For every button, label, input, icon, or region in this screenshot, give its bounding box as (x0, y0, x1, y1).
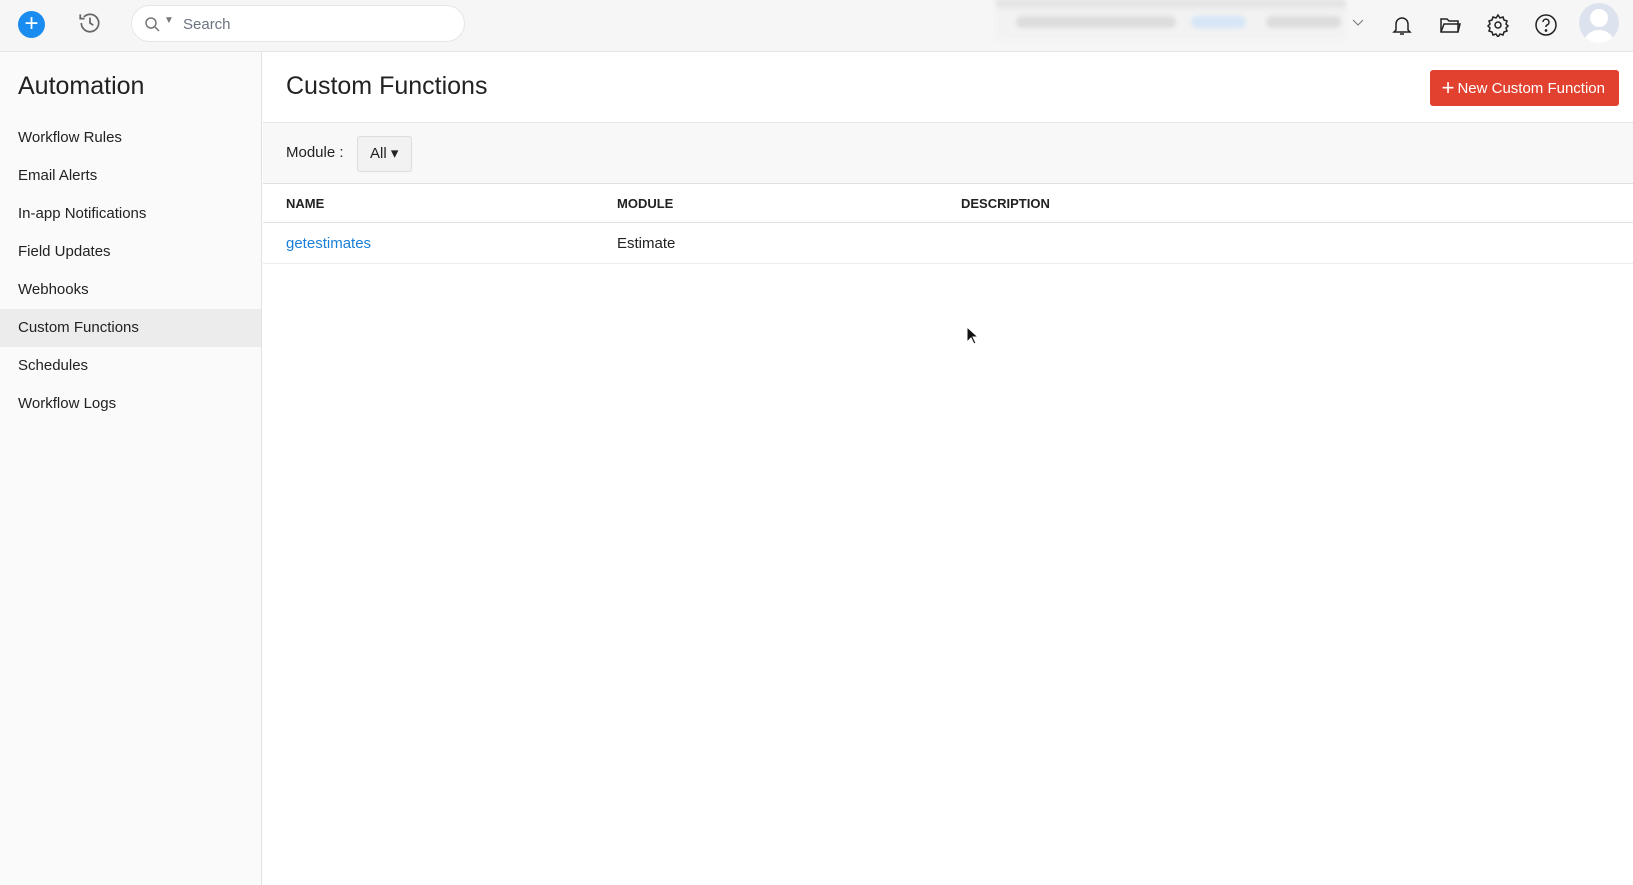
sidebar-item-field-updates[interactable]: Field Updates (0, 233, 261, 271)
bell-icon[interactable] (1390, 13, 1414, 37)
search-input[interactable]: Search (183, 16, 231, 33)
sidebar-item-schedules[interactable]: Schedules (0, 347, 261, 385)
sidebar-item-workflow-rules[interactable]: Workflow Rules (0, 119, 261, 157)
table-row[interactable]: getestimates Estimate (263, 224, 1633, 264)
page-title: Custom Functions (286, 72, 488, 100)
sidebar-item-workflow-logs[interactable]: Workflow Logs (0, 385, 261, 423)
top-bar: + ▼ Search (0, 0, 1633, 52)
function-name-link[interactable]: getestimates (286, 224, 371, 264)
column-header-name[interactable]: NAME (286, 185, 324, 223)
function-module: Estimate (617, 235, 676, 252)
new-custom-function-label: New Custom Function (1457, 80, 1605, 97)
plus-icon: + (1441, 75, 1455, 100)
table-header: NAME MODULE DESCRIPTION (263, 185, 1633, 223)
create-new-plus-icon[interactable]: + (18, 11, 45, 38)
search-scope-dropdown-icon[interactable]: ▼ (164, 15, 174, 26)
module-filter-select[interactable]: All ▾ (357, 136, 412, 172)
sidebar-title: Automation (18, 72, 145, 100)
search-icon (145, 17, 160, 32)
help-icon[interactable] (1534, 13, 1558, 37)
new-custom-function-button[interactable]: + New Custom Function (1429, 70, 1619, 106)
column-header-description[interactable]: DESCRIPTION (961, 185, 1050, 223)
sidebar-item-custom-functions[interactable]: Custom Functions (0, 309, 261, 347)
main-content: Custom Functions + New Custom Function Mo… (263, 52, 1633, 885)
chevron-down-icon[interactable] (1352, 19, 1364, 27)
module-filter-bar: Module : All ▾ (263, 122, 1633, 184)
user-avatar[interactable] (1579, 3, 1619, 43)
search-bar[interactable]: ▼ Search (131, 5, 465, 42)
sidebar-item-in-app-notifications[interactable]: In-app Notifications (0, 195, 261, 233)
folder-icon[interactable] (1438, 13, 1462, 37)
recent-history-icon[interactable] (77, 10, 103, 36)
sidebar: Automation Workflow Rules Email Alerts I… (0, 52, 262, 885)
settings-gear-icon[interactable] (1486, 13, 1510, 37)
sidebar-item-webhooks[interactable]: Webhooks (0, 271, 261, 309)
sidebar-item-email-alerts[interactable]: Email Alerts (0, 157, 261, 195)
column-header-module[interactable]: MODULE (617, 185, 673, 223)
mouse-cursor-icon (966, 326, 980, 345)
blurred-org-info (996, 0, 1346, 40)
module-filter-label: Module : (286, 144, 344, 161)
